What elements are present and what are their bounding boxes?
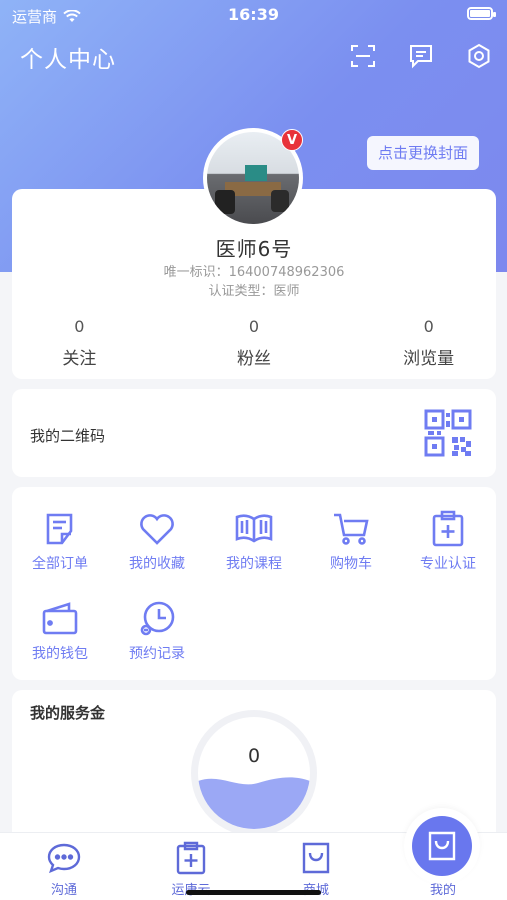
book-icon (235, 514, 273, 543)
clock-icon (140, 601, 175, 636)
tab-label: 运康云 (151, 879, 231, 898)
tab-label: 商城 (276, 879, 356, 898)
header-actions (349, 42, 493, 70)
heart-icon (140, 514, 174, 545)
menu-item-courses[interactable]: 我的课程 (204, 509, 304, 573)
shop-bag-icon (302, 842, 330, 874)
qr-code-icon (424, 409, 472, 457)
certification-icon (432, 510, 464, 547)
stat-fans[interactable]: 0 粉丝 (187, 317, 322, 369)
verified-badge: V (281, 129, 303, 151)
service-value: 0 (247, 745, 261, 767)
wallet-icon (42, 602, 78, 635)
clipboard-plus-icon (176, 841, 206, 875)
menu-item-appointments[interactable]: 预约记录 (107, 599, 207, 663)
chat-icon (47, 843, 81, 874)
status-time: 16:39 (228, 5, 279, 24)
home-indicator (186, 890, 321, 895)
scan-icon[interactable] (349, 42, 377, 70)
menu-label: 全部订单 (32, 556, 88, 572)
stat-follow[interactable]: 0 关注 (12, 317, 187, 369)
qr-code-row[interactable]: 我的二维码 (12, 389, 496, 477)
order-icon (46, 513, 73, 545)
stat-label: 粉丝 (237, 349, 271, 369)
menu-label: 我的收藏 (129, 556, 185, 572)
menu-label: 我的课程 (226, 556, 282, 572)
profile-stats: 0 关注 0 粉丝 0 浏览量 (12, 317, 496, 369)
menu-item-certification[interactable]: 专业认证 (398, 509, 498, 573)
menu-item-orders[interactable]: 全部订单 (10, 509, 110, 573)
profile-id: 唯一标识：16400748962306 (163, 265, 345, 280)
battery-icon (467, 7, 496, 20)
qr-code-label: 我的二维码 (30, 427, 106, 445)
stat-label: 关注 (62, 349, 97, 369)
menu-label: 我的钱包 (32, 646, 88, 662)
tab-label: 沟通 (50, 883, 77, 898)
status-bar: 运营商 16:39 (0, 0, 507, 30)
cart-icon (334, 513, 369, 545)
gauge-wave (198, 777, 310, 829)
tab-chat[interactable]: 沟通 (24, 841, 104, 898)
tab-mine-bubble[interactable] (404, 808, 480, 884)
message-icon[interactable] (407, 42, 435, 70)
menu-item-wallet[interactable]: 我的钱包 (10, 599, 110, 663)
profile-bag-icon (428, 831, 456, 861)
service-title: 我的服务金 (30, 704, 106, 722)
menu-grid: 全部订单 我的收藏 我的课程 购物车 专业认证 我的钱包 预约记录 (12, 487, 496, 680)
menu-label: 专业认证 (420, 556, 476, 572)
menu-item-favorites[interactable]: 我的收藏 (107, 509, 207, 573)
menu-label: 购物车 (330, 556, 372, 572)
menu-item-cart[interactable]: 购物车 (301, 509, 401, 573)
stat-value: 0 (74, 317, 85, 336)
service-gauge: 0 (191, 710, 317, 836)
stat-views[interactable]: 0 浏览量 (321, 317, 496, 369)
change-cover-button[interactable]: 点击更换封面 (367, 136, 479, 170)
stat-label: 浏览量 (403, 349, 455, 369)
stat-value: 0 (248, 317, 260, 336)
profile-type: 认证类型：医师 (208, 284, 300, 299)
stat-value: 0 (423, 317, 434, 336)
settings-icon[interactable] (465, 42, 493, 70)
page-title: 个人中心 (20, 47, 116, 73)
menu-label: 预约记录 (129, 646, 185, 662)
profile-name: 医师6号 (215, 237, 293, 261)
